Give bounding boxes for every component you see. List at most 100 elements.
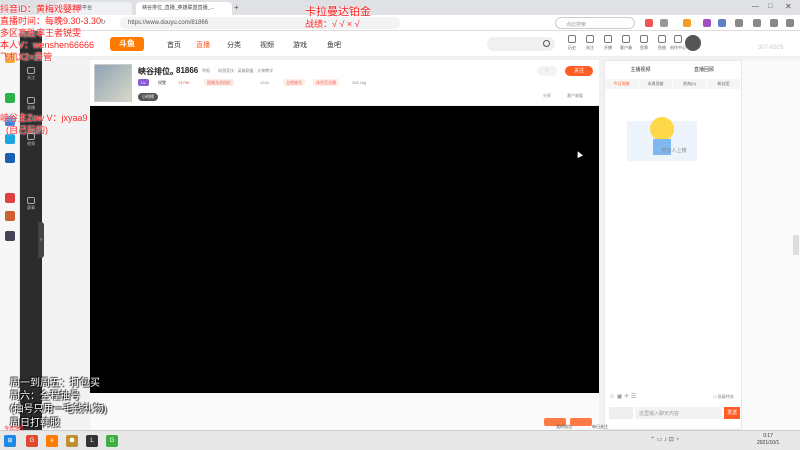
download-icon: [622, 35, 630, 43]
sidebar-collapse-button[interactable]: ›: [38, 222, 44, 258]
anchor-name: 锐雯: [158, 80, 166, 85]
chat-input[interactable]: 这里输入聊天内容: [635, 407, 722, 419]
sidebar-item-live[interactable]: 直播: [20, 97, 42, 111]
tray-icons[interactable]: ⌃ ▭ ♪ ⊡ ◔: [650, 436, 679, 443]
game-icon[interactable]: [703, 19, 711, 27]
hot-count: 74799: [178, 80, 190, 85]
browser-tab-bar: 斗鱼直播平台 峡谷排位_直播_英雄联盟直播_... + — □ ✕: [0, 0, 800, 15]
avatar[interactable]: [685, 35, 701, 51]
block-toggle[interactable]: ☐ 屏蔽特效: [713, 394, 734, 400]
room-thumbnail[interactable]: [94, 64, 132, 102]
sidebar-item-match[interactable]: 赛事: [20, 197, 42, 211]
new-tab-icon[interactable]: +: [234, 3, 239, 12]
app-icon[interactable]: [5, 231, 15, 241]
header-icon-label: 开播: [604, 45, 612, 50]
more-icon[interactable]: [786, 19, 794, 27]
tab-anchor-video[interactable]: 主播视频: [613, 65, 668, 75]
history-button[interactable]: 历史: [562, 35, 582, 51]
header-icon-label: 鱼翅: [658, 45, 666, 50]
side-toggle-button[interactable]: [793, 235, 799, 255]
gift-button[interactable]: [570, 418, 592, 426]
report-link[interactable]: 举报: [202, 68, 210, 74]
below-video-bar: [90, 393, 599, 430]
app-icon[interactable]: [5, 93, 15, 103]
clock-time: 0:17: [763, 433, 773, 439]
sidebar-item-follow[interactable]: 关注: [20, 67, 42, 81]
maximize-icon[interactable]: □: [768, 3, 772, 10]
browser-tab-active[interactable]: 峡谷排位_直播_英雄联盟直播_...: [136, 2, 232, 15]
search-icon[interactable]: [543, 40, 550, 47]
app-icon[interactable]: [5, 211, 15, 221]
heart-icon: [27, 67, 35, 74]
header-icon-label: 创作中心: [670, 45, 686, 50]
app-icon[interactable]: [5, 193, 15, 203]
site-search-input[interactable]: [487, 37, 555, 51]
sidebar-label: 直播: [27, 105, 35, 110]
tag-badge[interactable]: 全程抽号: [283, 79, 305, 86]
menu-icon[interactable]: [660, 19, 668, 27]
tab-live-review[interactable]: 直播回顾: [673, 65, 735, 75]
clock-date: 2021/10/1: [757, 440, 780, 446]
app-icon[interactable]: e: [46, 435, 58, 447]
tag-badge[interactable]: 国服龙虎组织: [204, 79, 234, 86]
app-icon[interactable]: G: [106, 435, 118, 447]
star-icon[interactable]: [753, 19, 761, 27]
tab-week-contrib[interactable]: 本周贡献: [639, 79, 672, 89]
minimize-icon[interactable]: —: [752, 3, 759, 10]
extension-icon[interactable]: [683, 19, 691, 27]
mascot-illustration: [627, 117, 697, 161]
clock[interactable]: 0:17 2021/10/1: [757, 433, 779, 447]
nav-game[interactable]: 游戏: [293, 40, 307, 50]
share-button[interactable]: 分享: [543, 93, 551, 99]
nav-video[interactable]: 视频: [260, 40, 274, 50]
browser-search-input[interactable]: 点此搜索: [555, 17, 635, 29]
tab-fan-club[interactable]: 粉丝团: [707, 79, 740, 89]
sidebar-label: 关注: [27, 75, 35, 80]
level-badge: Lv.: [138, 79, 150, 86]
overlay-corner: 今日活跃: [4, 426, 25, 432]
follow-button[interactable]: 关注: [565, 66, 593, 76]
room-info: 峡谷排位。 81866 举报 网游竞技 · 英雄联盟 · 大神教学 Lv. 锐雯…: [90, 60, 599, 105]
app-icon[interactable]: ⬢: [66, 435, 78, 447]
badge-icon[interactable]: [609, 407, 633, 419]
nav-category[interactable]: 分类: [227, 40, 241, 50]
taskbar: ⊞ G e ⬢ L G ⌃ ▭ ♪ ⊡ ◔ 0:17 2021/10/1: [0, 430, 800, 450]
room-category[interactable]: 网游竞技 · 英雄联盟 · 大神教学: [218, 68, 273, 74]
nav-live[interactable]: 直播: [196, 40, 210, 50]
follow-list-button[interactable]: 关注: [580, 35, 600, 51]
grid-icon[interactable]: [735, 19, 743, 27]
close-icon[interactable]: ✕: [785, 2, 792, 11]
scissors-icon[interactable]: [645, 19, 653, 27]
emoji-icon[interactable]: ☺ ▣ ✈ ☰: [609, 393, 636, 400]
video-player[interactable]: [90, 106, 599, 393]
rank-badge[interactable]: 小时榜: [138, 93, 158, 101]
app-icon[interactable]: L: [86, 435, 98, 447]
client-watch-button[interactable]: 客户端看: [567, 93, 583, 99]
address-bar: ↻ https://www.douyu.com/81866 点此搜索: [0, 15, 800, 31]
trophy-icon: [27, 197, 35, 204]
user-icon[interactable]: [770, 19, 778, 27]
fin-icon: [658, 35, 666, 43]
send-button[interactable]: 发送: [724, 407, 740, 419]
nav-yuba[interactable]: 鱼吧: [327, 40, 341, 50]
sidebar-label: 赛事: [27, 205, 35, 210]
start-live-button[interactable]: 开播: [598, 35, 618, 51]
tab-today-contrib[interactable]: 今日贡献: [605, 79, 638, 89]
empty-rank-text: 暂无人上榜: [661, 148, 687, 154]
app-icon[interactable]: G: [26, 435, 38, 447]
start-icon[interactable]: ⊞: [4, 435, 16, 447]
fish-ticket-button[interactable]: 鱼票: [634, 35, 654, 51]
client-button[interactable]: 客户端: [616, 35, 636, 51]
overlay-record: 战绩：√ √ × √: [305, 19, 360, 29]
sidebar-label: 视频: [27, 141, 35, 146]
tab-label: 峡谷排位_直播_英雄联盟直播_...: [142, 5, 215, 11]
overlay-gift-note: (抽号只用一毛钱礼物): [10, 404, 107, 415]
tag-badge[interactable]: 体验官试播: [313, 79, 339, 86]
note-icon[interactable]: [718, 19, 726, 27]
tab-vip[interactable]: 贵宾(0): [673, 79, 706, 89]
notify-button[interactable]: ♡: [537, 66, 557, 76]
nav-home[interactable]: 首页: [167, 40, 181, 50]
douyu-logo[interactable]: 斗鱼: [110, 37, 144, 51]
app-icon[interactable]: [5, 153, 15, 163]
url-text: https://www.douyu.com/81866: [128, 20, 209, 26]
